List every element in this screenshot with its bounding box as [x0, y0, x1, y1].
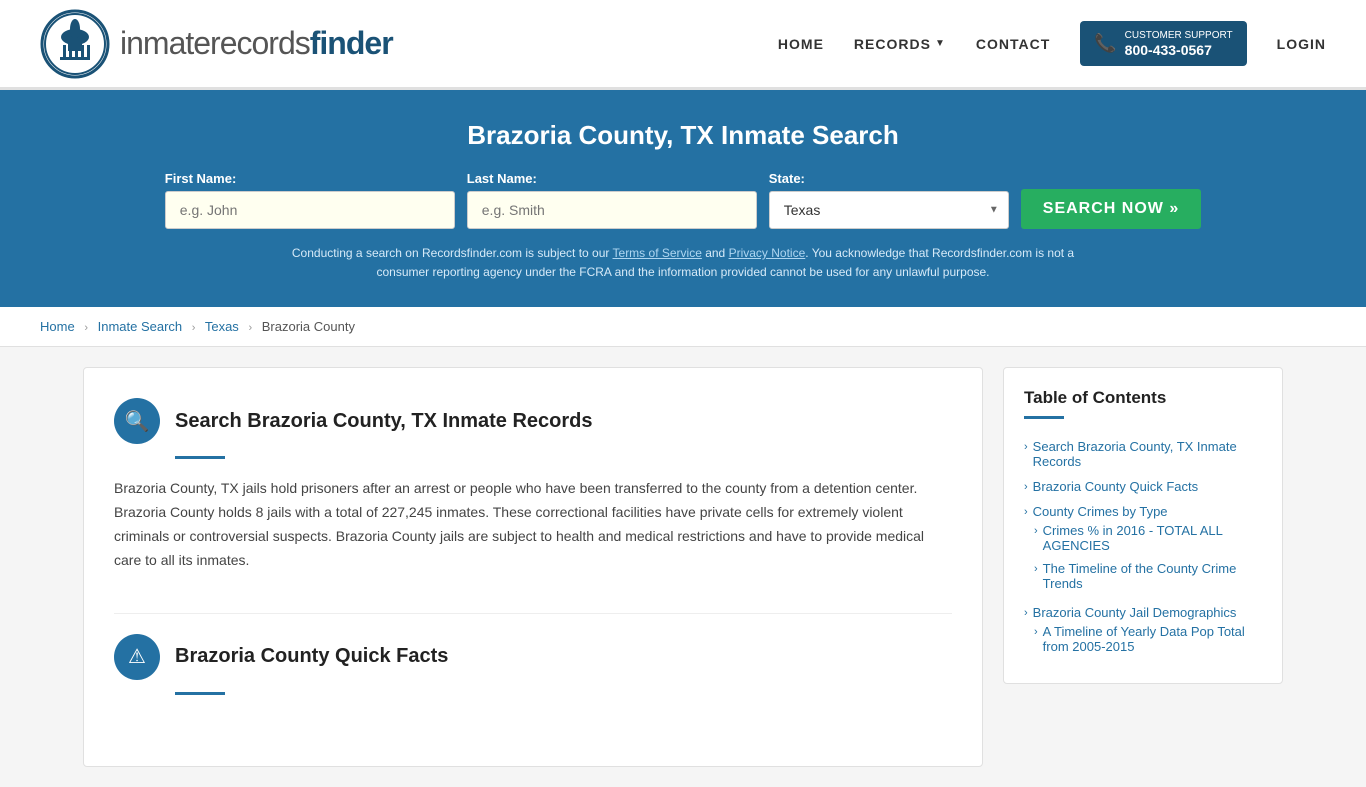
- quick-facts-header: ⚠ Brazoria County Quick Facts: [114, 634, 952, 680]
- search-form: First Name: Last Name: State: Texas SEAR…: [40, 171, 1326, 229]
- nav-home[interactable]: HOME: [778, 36, 824, 52]
- first-name-group: First Name:: [165, 171, 455, 229]
- toc-chevron-2: ›: [1024, 481, 1028, 493]
- toc-sub-item-3-1: › Crimes % in 2016 - TOTAL ALL AGENCIES: [1034, 519, 1262, 557]
- toc-underline: [1024, 416, 1064, 419]
- toc-chevron-3: ›: [1024, 506, 1028, 518]
- quick-facts-underline: [175, 692, 225, 695]
- breadcrumb-sep-1: ›: [84, 322, 88, 334]
- toc-item-3: › County Crimes by Type › Crimes % in 20…: [1024, 499, 1262, 600]
- support-number: 800-433-0567: [1125, 42, 1233, 58]
- first-name-label: First Name:: [165, 171, 237, 186]
- hero-disclaimer: Conducting a search on Recordsfinder.com…: [283, 244, 1083, 282]
- logo-area: inmaterecordsfinder: [40, 9, 393, 79]
- tos-link[interactable]: Terms of Service: [613, 246, 702, 260]
- toc-sub-link-4-1[interactable]: › A Timeline of Yearly Data Pop Total fr…: [1034, 624, 1262, 654]
- toc-sub-link-3-1[interactable]: › Crimes % in 2016 - TOTAL ALL AGENCIES: [1034, 523, 1262, 553]
- breadcrumb-current: Brazoria County: [262, 319, 355, 334]
- breadcrumb-inmate-search[interactable]: Inmate Search: [98, 319, 183, 334]
- warning-icon: ⚠: [128, 644, 146, 669]
- toc-link-2[interactable]: › Brazoria County Quick Facts: [1024, 479, 1262, 494]
- toc-item-4: › Brazoria County Jail Demographics › A …: [1024, 600, 1262, 663]
- breadcrumb-sep-2: ›: [192, 322, 196, 334]
- search-title-underline: [175, 456, 225, 459]
- search-section-body: Brazoria County, TX jails hold prisoners…: [114, 477, 952, 592]
- privacy-link[interactable]: Privacy Notice: [729, 246, 806, 260]
- chevron-down-icon: ▼: [935, 38, 946, 49]
- toc-sub-item-3-2: › The Timeline of the County Crime Trend…: [1034, 557, 1262, 595]
- search-section-title: Search Brazoria County, TX Inmate Record…: [175, 410, 593, 433]
- site-header: inmaterecordsfinder HOME RECORDS ▼ CONTA…: [0, 0, 1366, 90]
- toc-list: › Search Brazoria County, TX Inmate Reco…: [1024, 434, 1262, 663]
- toc-sub-list-4: › A Timeline of Yearly Data Pop Total fr…: [1034, 620, 1262, 658]
- table-of-contents: Table of Contents › Search Brazoria Coun…: [1003, 367, 1283, 684]
- magnifier-icon: 🔍: [125, 409, 150, 434]
- toc-link-1[interactable]: › Search Brazoria County, TX Inmate Reco…: [1024, 439, 1262, 469]
- state-group: State: Texas: [769, 171, 1009, 229]
- logo-text: inmaterecordsfinder: [120, 25, 393, 62]
- breadcrumb-sep-3: ›: [248, 322, 252, 334]
- state-select[interactable]: Texas: [769, 191, 1009, 229]
- toc-sub-link-3-2[interactable]: › The Timeline of the County Crime Trend…: [1034, 561, 1262, 591]
- last-name-group: Last Name:: [467, 171, 757, 229]
- quick-facts-icon-circle: ⚠: [114, 634, 160, 680]
- search-section-icon: 🔍: [114, 398, 160, 444]
- nav-login[interactable]: LOGIN: [1277, 36, 1326, 52]
- support-box[interactable]: 📞 CUSTOMER SUPPORT 800-433-0567: [1080, 21, 1246, 66]
- hero-section: Brazoria County, TX Inmate Search First …: [0, 90, 1366, 307]
- quick-facts-title: Brazoria County Quick Facts: [175, 645, 448, 668]
- breadcrumb-state[interactable]: Texas: [205, 319, 239, 334]
- toc-sub-item-4-1: › A Timeline of Yearly Data Pop Total fr…: [1034, 620, 1262, 658]
- hero-title: Brazoria County, TX Inmate Search: [40, 120, 1326, 151]
- toc-chevron-4: ›: [1024, 607, 1028, 619]
- content-left: 🔍 Search Brazoria County, TX Inmate Reco…: [83, 367, 983, 767]
- logo-icon: [40, 9, 110, 79]
- quick-facts-section: ⚠ Brazoria County Quick Facts: [114, 634, 952, 695]
- search-button[interactable]: SEARCH NOW »: [1021, 189, 1201, 229]
- toc-title: Table of Contents: [1024, 388, 1262, 408]
- toc-link-4[interactable]: › Brazoria County Jail Demographics: [1024, 605, 1262, 620]
- breadcrumb: Home › Inmate Search › Texas › Brazoria …: [0, 307, 1366, 347]
- first-name-input[interactable]: [165, 191, 455, 229]
- search-section-header: 🔍 Search Brazoria County, TX Inmate Reco…: [114, 398, 952, 444]
- toc-item-1: › Search Brazoria County, TX Inmate Reco…: [1024, 434, 1262, 474]
- toc-sub-list-3: › Crimes % in 2016 - TOTAL ALL AGENCIES …: [1034, 519, 1262, 595]
- main-nav: HOME RECORDS ▼ CONTACT 📞 CUSTOMER SUPPOR…: [778, 21, 1326, 66]
- toc-link-3[interactable]: › County Crimes by Type: [1024, 504, 1262, 519]
- last-name-input[interactable]: [467, 191, 757, 229]
- nav-contact[interactable]: CONTACT: [976, 36, 1050, 52]
- toc-sub-chevron-3-1: ›: [1034, 525, 1038, 537]
- last-name-label: Last Name:: [467, 171, 537, 186]
- toc-item-2: › Brazoria County Quick Facts: [1024, 474, 1262, 499]
- state-label: State:: [769, 171, 805, 186]
- toc-sub-chevron-3-2: ›: [1034, 563, 1038, 575]
- nav-records[interactable]: RECORDS ▼: [854, 36, 946, 52]
- toc-sub-chevron-4-1: ›: [1034, 626, 1038, 638]
- main-content: 🔍 Search Brazoria County, TX Inmate Reco…: [43, 367, 1323, 767]
- support-label: CUSTOMER SUPPORT: [1125, 29, 1233, 42]
- phone-icon: 📞: [1094, 33, 1116, 54]
- breadcrumb-home[interactable]: Home: [40, 319, 75, 334]
- section-divider: [114, 613, 952, 614]
- state-select-wrapper: Texas: [769, 191, 1009, 229]
- toc-chevron-1: ›: [1024, 441, 1028, 453]
